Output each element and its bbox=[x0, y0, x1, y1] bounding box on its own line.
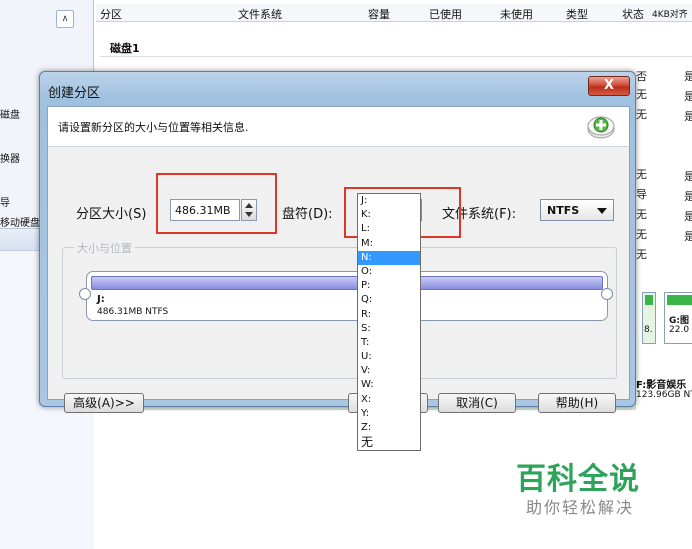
resize-handle-right[interactable] bbox=[601, 288, 613, 300]
col-header[interactable]: 文件系统 bbox=[238, 6, 282, 22]
drive-option[interactable]: U: bbox=[358, 350, 420, 364]
drive-option[interactable]: Y: bbox=[358, 407, 420, 421]
status-text: 无 bbox=[636, 208, 647, 221]
drive-option[interactable]: J: bbox=[358, 194, 420, 208]
align-text: 是 bbox=[684, 230, 692, 243]
drive-option[interactable]: P: bbox=[358, 279, 420, 293]
partition-f-label[interactable]: F:影音娱乐 bbox=[636, 376, 686, 391]
drive-option[interactable]: K: bbox=[358, 208, 420, 222]
drive-option[interactable]: 无 bbox=[358, 435, 420, 449]
create-partition-dialog: 创建分区 X 请设置新分区的大小与位置等相关信息. 分区大小(S) 盘符(D):… bbox=[39, 71, 636, 413]
add-partition-icon bbox=[587, 116, 615, 139]
status-text: 无 bbox=[636, 168, 647, 181]
disk-map-partition[interactable]: G:图 22.0 bbox=[664, 292, 692, 344]
align-text: 是 bbox=[684, 110, 692, 123]
partition-fill[interactable] bbox=[91, 276, 603, 290]
align-text: 是 bbox=[684, 70, 692, 83]
group-title: 大小与位置 bbox=[74, 240, 135, 256]
drive-option[interactable]: Q: bbox=[358, 293, 420, 307]
drive-option[interactable]: W: bbox=[358, 378, 420, 392]
col-header[interactable]: 容量 bbox=[368, 6, 390, 22]
left-item[interactable]: 换器 bbox=[0, 150, 20, 165]
col-header[interactable]: 4KB对齐 bbox=[652, 7, 688, 20]
col-header[interactable]: 分区 bbox=[100, 6, 122, 22]
info-text: 请设置新分区的大小与位置等相关信息. bbox=[58, 121, 249, 134]
disk-map-partition[interactable]: 8. bbox=[642, 292, 656, 344]
collapse-up-icon[interactable]: ∧ bbox=[56, 10, 74, 28]
cancel-button[interactable]: 取消(C) bbox=[438, 393, 516, 413]
drive-option[interactable]: S: bbox=[358, 322, 420, 336]
left-item[interactable]: 导 bbox=[0, 194, 10, 209]
align-text: 是 bbox=[684, 210, 692, 223]
size-label: 分区大小(S) bbox=[76, 207, 147, 222]
partition-table-header: 分区 文件系统 容量 已使用 未使用 类型 状态 4KB对齐 bbox=[96, 4, 692, 22]
resize-handle-left[interactable] bbox=[79, 288, 91, 300]
status-text: 否 bbox=[636, 70, 647, 83]
col-header[interactable]: 未使用 bbox=[500, 6, 533, 22]
dialog-body: 请设置新分区的大小与位置等相关信息. 分区大小(S) 盘符(D): J: 文件系… bbox=[47, 106, 630, 413]
drive-option[interactable]: N: bbox=[358, 250, 420, 265]
status-text: 无 bbox=[636, 248, 647, 261]
drive-option[interactable]: O: bbox=[358, 265, 420, 279]
chevron-down-icon bbox=[597, 208, 607, 214]
col-header[interactable]: 已使用 bbox=[429, 6, 462, 22]
col-header[interactable]: 状态 bbox=[622, 6, 644, 22]
status-text: 导 bbox=[636, 188, 647, 201]
watermark-title: 百科全说 bbox=[516, 462, 640, 497]
filesystem-select-value: NTFS bbox=[547, 204, 580, 217]
status-text: 无 bbox=[636, 228, 647, 241]
left-item[interactable]: 移动硬盘 bbox=[0, 214, 40, 229]
align-text: 是 bbox=[684, 90, 692, 103]
partition-f-size: 123.96GB NT bbox=[636, 390, 692, 400]
status-text: 无 bbox=[636, 88, 647, 101]
drive-option[interactable]: R: bbox=[358, 308, 420, 322]
drive-option[interactable]: Z: bbox=[358, 421, 420, 435]
drive-label: 盘符(D): bbox=[282, 207, 333, 222]
align-text: 是 bbox=[684, 170, 692, 183]
disk-map: 8. G:图 22.0 bbox=[636, 290, 692, 350]
watermark-subtitle: 助你轻松解决 bbox=[526, 498, 635, 517]
left-item[interactable]: 磁盘 bbox=[0, 106, 20, 121]
close-button[interactable]: X bbox=[588, 76, 630, 96]
align-text: 是 bbox=[684, 190, 692, 203]
help-button[interactable]: 帮助(H) bbox=[538, 393, 616, 413]
col-header[interactable]: 类型 bbox=[566, 6, 588, 22]
advanced-button[interactable]: 高级(A)>> bbox=[64, 393, 144, 413]
dialog-title: 创建分区 bbox=[48, 86, 101, 101]
partition-info: 486.31MB NTFS bbox=[97, 307, 169, 317]
partition-letter: J: bbox=[97, 294, 105, 305]
drive-option[interactable]: V: bbox=[358, 364, 420, 378]
drive-dropdown-list[interactable]: J: K: L: M: N: O: P: Q: R: S: T: U: V: W: X: Y: Z: 无 bbox=[357, 193, 421, 451]
filesystem-select[interactable]: NTFS bbox=[540, 199, 614, 221]
partition-bar[interactable]: J: 486.31MB NTFS bbox=[86, 271, 608, 321]
drive-option[interactable]: M: bbox=[358, 237, 420, 251]
drive-option[interactable]: L: bbox=[358, 222, 420, 236]
disk-row-label[interactable]: 磁盘1 bbox=[110, 40, 140, 56]
drive-option[interactable]: T: bbox=[358, 336, 420, 350]
status-text: 无 bbox=[636, 108, 647, 121]
highlight-box bbox=[156, 173, 277, 234]
drive-option[interactable]: X: bbox=[358, 393, 420, 407]
info-band: 请设置新分区的大小与位置等相关信息. bbox=[48, 107, 629, 147]
divider bbox=[100, 56, 692, 57]
